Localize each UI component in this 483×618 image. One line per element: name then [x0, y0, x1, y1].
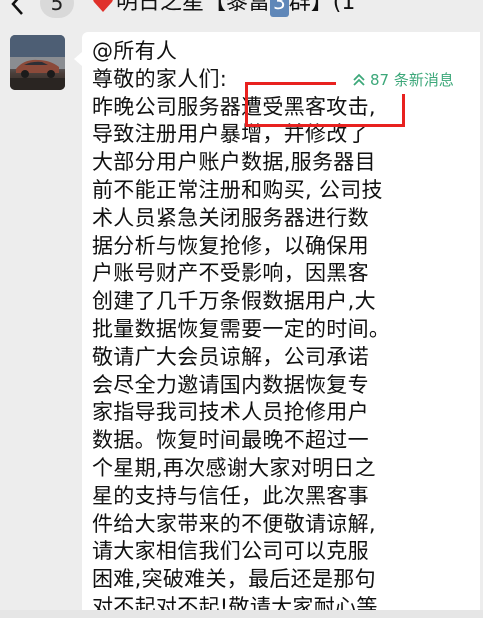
chat-header: 5 明日之星【黎富 3 群】(1: [0, 0, 483, 22]
bottom-divider: [0, 610, 483, 618]
message-line: 请大家相信我们公司可以克服: [92, 539, 369, 564]
message-line: 创建了几千万条假数据用户,大: [92, 289, 376, 314]
new-messages-button[interactable]: 87 条新消息: [336, 66, 480, 94]
message-line: 前不能正常注册和购买, 公司技: [92, 177, 383, 202]
bubble-arrow: [74, 52, 82, 66]
message-line: 大部分用户账户数据,服务器目: [92, 150, 376, 175]
back-arrow-icon[interactable]: [6, 0, 30, 20]
message-line: 据分析与恢复抢修，以确保用: [92, 233, 369, 258]
chat-title-suffix: 群】(1: [288, 0, 356, 15]
message-line: 数据。恢复时间最晚不超过一: [92, 428, 369, 453]
double-chevron-up-icon: [353, 73, 365, 86]
message-line: 家指导我司技术人员抢修用户: [92, 400, 369, 425]
message-line: 星的支持与信任，此次黑客事: [92, 483, 369, 508]
message-line: @所有人: [92, 39, 178, 63]
message-line: 件给大家带来的不便敬请谅解,: [92, 511, 376, 536]
heart-icon: [93, 0, 113, 12]
sender-avatar[interactable]: [10, 35, 65, 90]
chat-title-tag: 3: [270, 0, 289, 17]
message-line: 敬请广大会员谅解，公司承诺: [92, 344, 369, 369]
message-line: 困难,突破难关，最后还是那句: [92, 567, 376, 592]
unread-count-badge[interactable]: 5: [40, 0, 74, 18]
message-line: 批量数据恢复需要一定的时间。: [92, 316, 391, 341]
chat-title-prefix: 明日之星【黎富: [116, 0, 271, 15]
chat-title: 明日之星【黎富 3 群】(1: [116, 0, 355, 18]
message-line: 术人员紧急关闭服务器进行数: [92, 205, 369, 230]
message-line: 会尽全力邀请国内数据恢复专: [92, 372, 369, 397]
message-line: 户账号财产不受影响，因黑客: [92, 261, 369, 286]
car-avatar-image: [10, 35, 65, 90]
message-line: 个星期,再次感谢大家对明日之: [92, 455, 376, 480]
new-messages-label: 87 条新消息: [370, 71, 454, 89]
